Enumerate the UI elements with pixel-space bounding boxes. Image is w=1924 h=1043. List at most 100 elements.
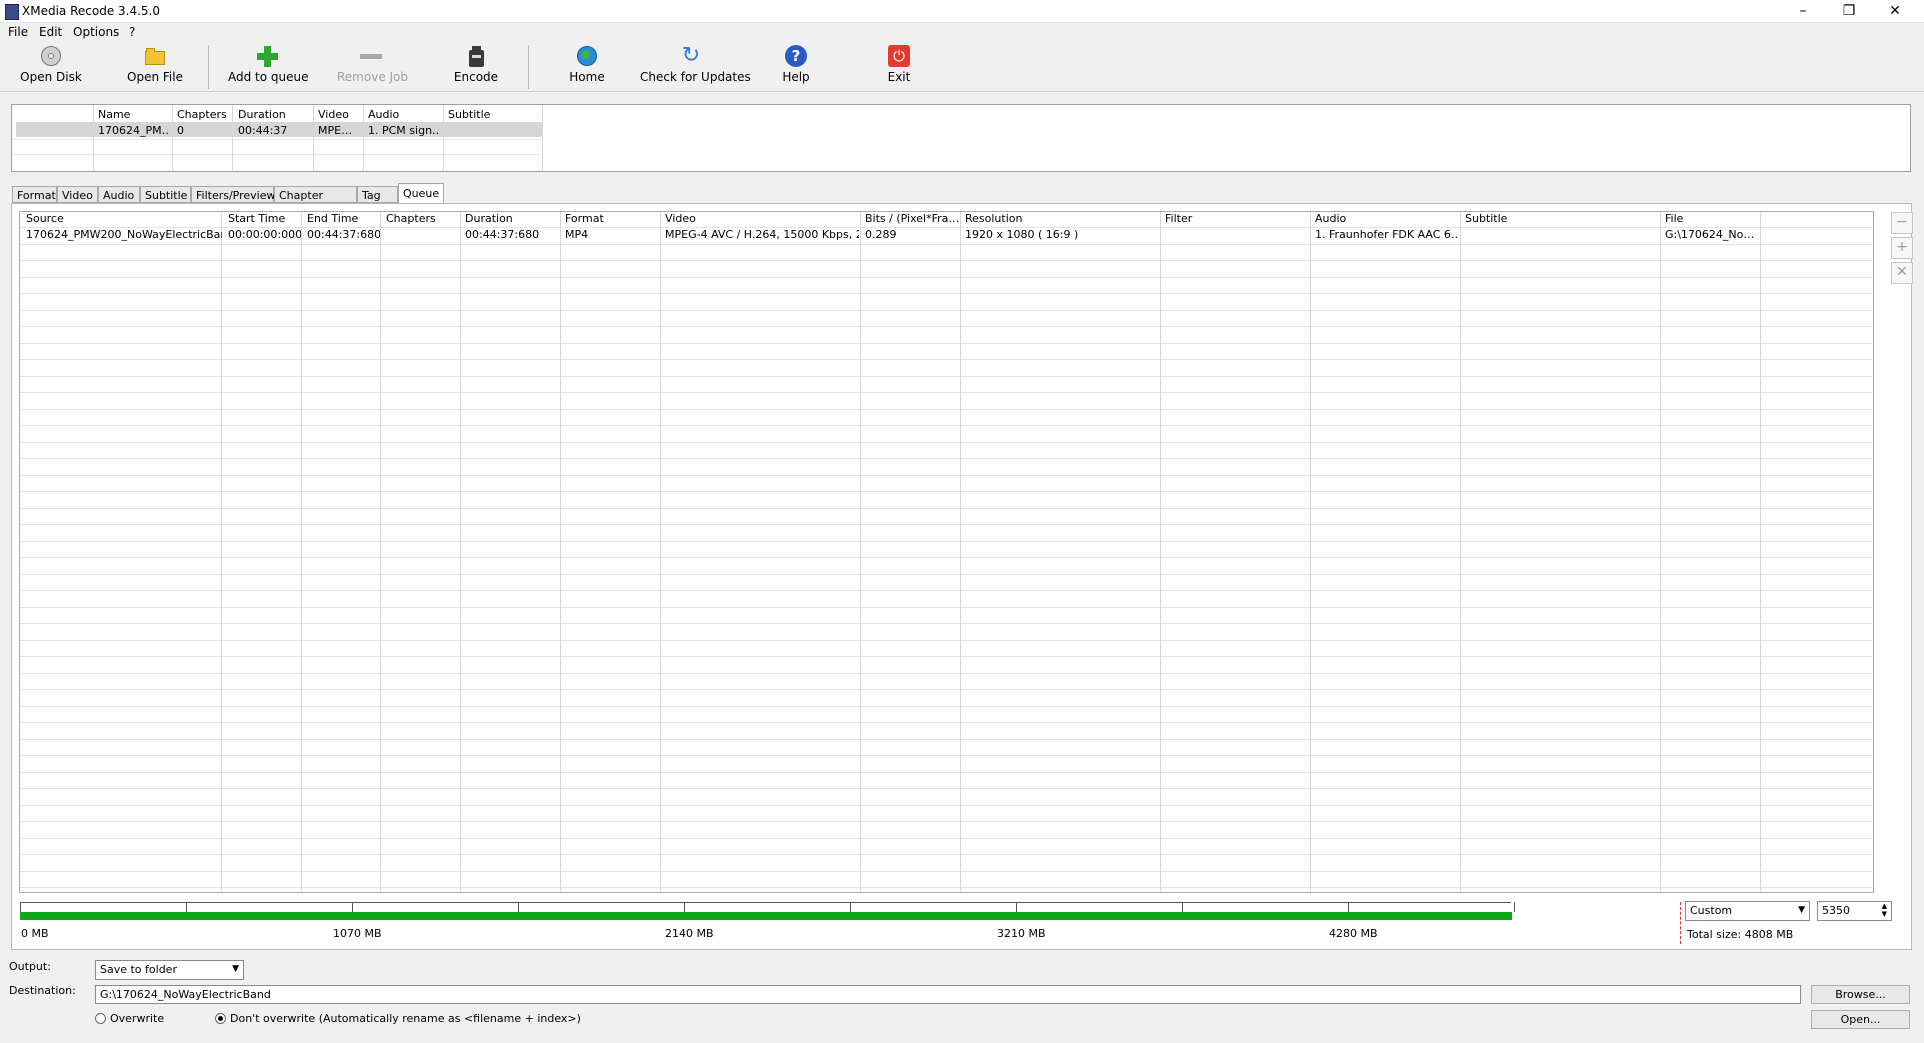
folder-icon	[143, 45, 167, 67]
encode-icon	[464, 45, 488, 67]
help-label: Help	[782, 70, 810, 84]
menu-help[interactable]: ?	[129, 25, 135, 39]
refresh-icon: ↻	[681, 43, 701, 68]
column-header-start-time[interactable]: Start Time	[228, 212, 301, 225]
chevron-down-icon: ▼	[232, 964, 239, 974]
queue-cell-format: MP4	[565, 228, 589, 241]
remove-job-label: Remove Job	[337, 70, 409, 84]
column-header-audio[interactable]: Audio	[368, 108, 399, 121]
target-size-value: 5350	[1822, 904, 1850, 917]
overwrite-radio[interactable]	[95, 1013, 106, 1024]
queue-cell-audio: 1. Fraunhofer FDK AAC 6…	[1315, 228, 1459, 241]
column-header-file[interactable]: File	[1665, 212, 1759, 225]
size-preset-select[interactable]: Custom ▼	[1685, 901, 1810, 921]
column-header-chapters[interactable]: Chapters	[177, 108, 227, 121]
output-value: Save to folder	[100, 963, 177, 976]
minimize-button[interactable]: –	[1780, 0, 1826, 22]
minus-icon	[359, 45, 383, 67]
queue-clear-button[interactable]: ✕	[1891, 262, 1913, 284]
dont-overwrite-radio[interactable]	[215, 1013, 226, 1024]
open-file-button[interactable]: Open File	[124, 45, 186, 89]
column-header-source[interactable]: Source	[26, 212, 222, 225]
tab-subtitle[interactable]: Subtitle	[140, 186, 191, 203]
size-label-0: 0 MB	[21, 927, 49, 940]
menu-file[interactable]: File	[8, 25, 28, 39]
menu-bar: File Edit Options ?	[0, 23, 1924, 41]
encode-label: Encode	[453, 70, 499, 84]
cell-video: MPE…	[318, 124, 353, 137]
column-header-subtitle[interactable]: Subtitle	[448, 108, 490, 121]
toolbar-separator	[528, 45, 529, 89]
globe-icon	[575, 45, 599, 67]
exit-button[interactable]: ⏻ Exit	[884, 45, 914, 89]
open-folder-button[interactable]: Open...	[1811, 1010, 1910, 1029]
help-button[interactable]: ? Help	[780, 45, 812, 89]
power-icon: ⏻	[887, 45, 911, 67]
queue-table: Source Start Time End Time Chapters Duration…	[19, 211, 1873, 893]
size-label-3210: 3210 MB	[997, 927, 1046, 940]
add-to-queue-label: Add to queue	[228, 70, 309, 84]
queue-cell-file: G:\170624_No…	[1665, 228, 1755, 241]
tab-format[interactable]: Format	[12, 186, 57, 203]
check-updates-button[interactable]: ↻ Check for Updates	[640, 43, 751, 89]
queue-remove-button[interactable]: −	[1891, 212, 1913, 234]
tab-audio[interactable]: Audio	[98, 186, 140, 203]
column-header-subtitle[interactable]: Subtitle	[1465, 212, 1659, 225]
disc-icon	[39, 45, 63, 67]
browse-button[interactable]: Browse...	[1811, 985, 1910, 1004]
home-button[interactable]: Home	[565, 45, 609, 89]
column-header-duration[interactable]: Duration	[465, 212, 559, 225]
close-window-button[interactable]: ✕	[1872, 0, 1918, 22]
column-header-format[interactable]: Format	[565, 212, 659, 225]
column-header-resolution[interactable]: Resolution	[965, 212, 1159, 225]
queue-cell-bits-per-pixel: 0.289	[865, 228, 897, 241]
tab-video[interactable]: Video	[57, 186, 98, 203]
column-header-end-time[interactable]: End Time	[307, 212, 380, 225]
exit-label: Exit	[887, 70, 911, 84]
tab-filters-preview[interactable]: Filters/Preview	[191, 186, 276, 203]
output-select[interactable]: Save to folder ▼	[95, 960, 244, 980]
open-disk-button[interactable]: Open Disk	[20, 45, 82, 89]
queue-add-button[interactable]: +	[1891, 237, 1913, 259]
tab-queue[interactable]: Queue	[398, 183, 444, 204]
column-header-video[interactable]: Video	[665, 212, 859, 225]
column-header-chapters[interactable]: Chapters	[386, 212, 459, 225]
size-bar: 0 MB 1070 MB 2140 MB 3210 MB 4280 MB	[20, 902, 1681, 944]
tab-tag[interactable]: Tag	[357, 186, 398, 203]
output-label: Output:	[9, 960, 51, 973]
size-fill-bar	[20, 912, 1512, 920]
cell-audio: 1. PCM sign…	[368, 124, 440, 137]
remove-job-button[interactable]: Remove Job	[337, 45, 409, 89]
tab-chapter-editor[interactable]: Chapter Editor	[274, 186, 357, 219]
cell-duration: 00:44:37	[238, 124, 288, 137]
column-header-bits-per-pixel[interactable]: Bits / (Pixel*Fra…	[865, 212, 959, 225]
size-preset-value: Custom	[1690, 904, 1733, 917]
size-label-1070: 1070 MB	[333, 927, 382, 940]
cell-chapters: 0	[177, 124, 184, 137]
size-label-4280: 4280 MB	[1329, 927, 1378, 940]
destination-label: Destination:	[9, 984, 76, 997]
add-to-queue-button[interactable]: Add to queue	[228, 45, 309, 89]
queue-cell-source: 170624_PMW200_NoWayElectricBan…	[26, 228, 222, 241]
total-size-label: Total size: 4808 MB	[1687, 928, 1794, 941]
column-header-filter[interactable]: Filter	[1165, 212, 1309, 225]
menu-edit[interactable]: Edit	[39, 25, 62, 39]
menu-options[interactable]: Options	[73, 25, 119, 39]
destination-field[interactable]: G:\170624_NoWayElectricBand	[95, 985, 1801, 1004]
encode-button[interactable]: Encode	[452, 45, 500, 89]
queue-cell-video: MPEG-4 AVC / H.264, 15000 Kbps, 2…	[665, 228, 859, 241]
queue-cell-duration: 00:44:37:680	[465, 228, 540, 241]
toolbar: Open Disk Open File Add to queue Remove …	[0, 41, 1924, 92]
column-header-duration[interactable]: Duration	[238, 108, 286, 121]
target-size-stepper[interactable]: 5350 ▲ ▼	[1817, 901, 1892, 921]
chevron-down-icon: ▼	[1798, 905, 1805, 915]
dont-overwrite-label: Don't overwrite (Automatically rename as…	[230, 1012, 581, 1025]
spin-arrows-icon[interactable]: ▲ ▼	[1882, 902, 1887, 918]
column-header-audio[interactable]: Audio	[1315, 212, 1459, 225]
size-limit-marker	[1680, 902, 1681, 944]
column-header-video[interactable]: Video	[318, 108, 349, 121]
restore-button[interactable]: ❐	[1826, 0, 1872, 22]
overwrite-label: Overwrite	[110, 1012, 165, 1025]
app-icon	[5, 4, 19, 20]
column-header-name[interactable]: Name	[98, 108, 130, 121]
